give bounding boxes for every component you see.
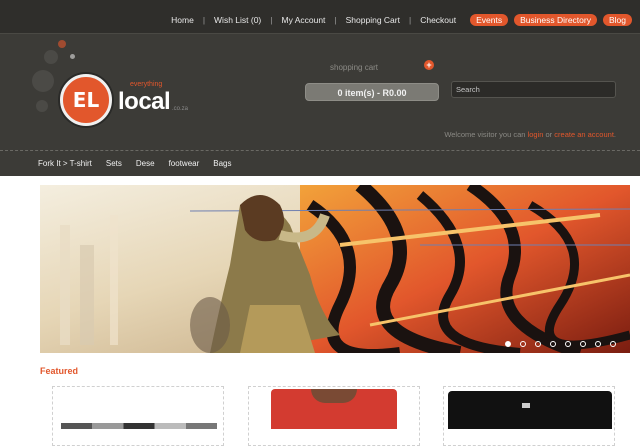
create-account-link[interactable]: create an account (554, 130, 614, 139)
logo-tagline: everything (130, 81, 163, 88)
login-link[interactable]: login (528, 130, 544, 139)
slider-dot[interactable] (505, 341, 511, 347)
search-input[interactable] (451, 81, 616, 98)
blog-button[interactable]: Blog (602, 14, 632, 26)
category-nav: Fork It > T-shirt Sets Dese footwear Bag… (0, 150, 640, 176)
top-links: Home | Wish List (0) | My Account | Shop… (171, 14, 632, 26)
slider-dot[interactable] (595, 341, 601, 347)
nav-item-sets[interactable]: Sets (106, 159, 122, 168)
product-image (61, 423, 217, 429)
product-card[interactable] (248, 386, 420, 446)
product-image (448, 391, 612, 429)
nav-item-bags[interactable]: Bags (213, 159, 231, 168)
shopping-cart-link[interactable]: Shopping Cart (346, 15, 400, 25)
nav-item-fork-it-tshirt[interactable]: Fork It > T-shirt (38, 159, 92, 168)
product-card[interactable] (443, 386, 615, 446)
top-bar: Home | Wish List (0) | My Account | Shop… (0, 0, 640, 34)
slider-dot[interactable] (565, 341, 571, 347)
nav-item-dese[interactable]: Dese (136, 159, 155, 168)
site-logo[interactable]: EL everything local .co.za (30, 40, 200, 135)
logo-wordmark: local (118, 88, 171, 115)
my-account-link[interactable]: My Account (281, 15, 325, 25)
nav-item-footwear[interactable]: footwear (169, 159, 200, 168)
hero-image (40, 185, 630, 353)
business-directory-button[interactable]: Business Directory (514, 14, 597, 26)
logo-mark: EL (60, 74, 112, 126)
slider-dot[interactable] (520, 341, 526, 347)
slider-dot[interactable] (550, 341, 556, 347)
logo-suffix: .co.za (172, 106, 189, 112)
hero-slider[interactable] (40, 185, 630, 353)
cart-summary-button[interactable]: 0 item(s) - R0.00 (305, 83, 439, 101)
slider-dot[interactable] (580, 341, 586, 347)
plus-icon[interactable]: + (424, 60, 434, 70)
slider-dot[interactable] (610, 341, 616, 347)
events-button[interactable]: Events (470, 14, 509, 26)
welcome-message: Welcome visitor you can login or create … (444, 130, 616, 139)
home-link[interactable]: Home (171, 15, 194, 25)
slider-dot[interactable] (535, 341, 541, 347)
product-image (271, 389, 397, 429)
site-header: Home | Wish List (0) | My Account | Shop… (0, 0, 640, 176)
cart-title: shopping cart (330, 63, 379, 72)
checkout-link[interactable]: Checkout (420, 15, 456, 25)
product-card[interactable] (52, 386, 224, 446)
featured-heading: Featured (40, 366, 79, 376)
wishlist-link[interactable]: Wish List (0) (214, 15, 261, 25)
slider-pagination (496, 341, 616, 347)
